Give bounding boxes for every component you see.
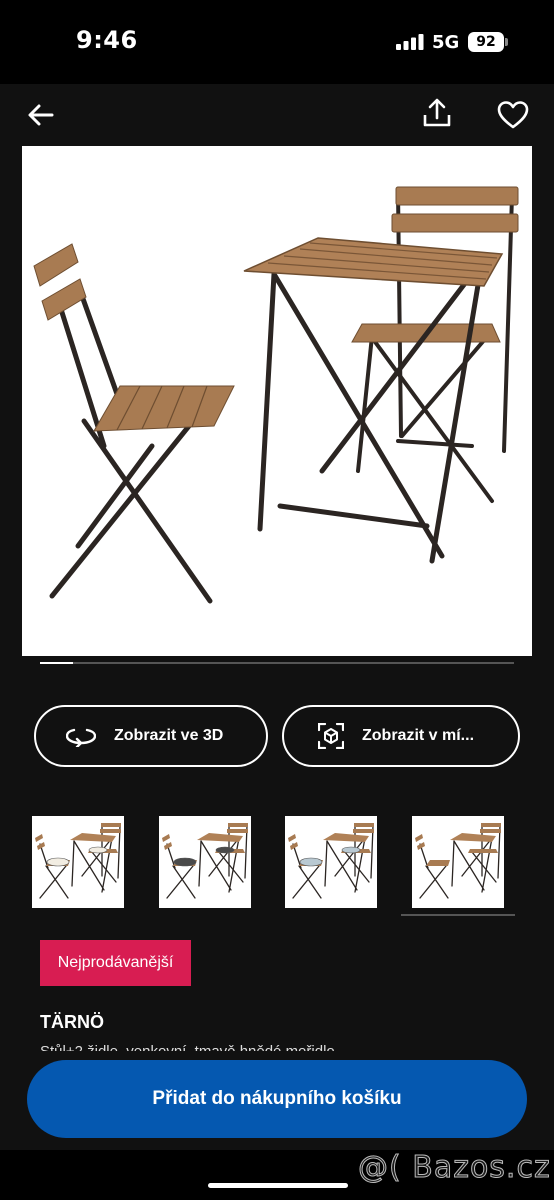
bistro-set-illustration bbox=[33, 186, 519, 604]
view-in-room-label: Zobrazit v mí... bbox=[362, 727, 475, 744]
product-name: TÄRNÖ bbox=[40, 1012, 104, 1032]
status-time: 9:46 bbox=[76, 26, 138, 54]
signal-icon bbox=[396, 34, 424, 50]
battery-indicator: 92 bbox=[468, 32, 504, 52]
variant-image bbox=[415, 823, 501, 899]
view-3d-label: Zobrazit ve 3D bbox=[114, 727, 224, 744]
heart-icon[interactable] bbox=[496, 98, 530, 132]
status-bar: 9:46 5G 92 bbox=[0, 0, 554, 84]
bestseller-badge: Nejprodávanější bbox=[40, 940, 191, 986]
view-in-room-button[interactable]: Zobrazit v mí... bbox=[282, 705, 520, 767]
variant-thumbnail[interactable] bbox=[285, 816, 377, 908]
back-arrow-icon[interactable] bbox=[24, 98, 58, 132]
variant-image bbox=[162, 823, 248, 899]
network-type: 5G bbox=[432, 32, 460, 53]
product-image[interactable] bbox=[22, 146, 532, 656]
variant-thumbnail[interactable] bbox=[412, 816, 504, 908]
add-to-cart-button[interactable]: Přidat do nákupního košíku bbox=[27, 1060, 527, 1138]
selected-variant-indicator bbox=[401, 914, 515, 916]
share-icon[interactable] bbox=[420, 96, 454, 130]
battery-tip bbox=[505, 38, 508, 46]
rotate-3d-icon bbox=[66, 728, 96, 747]
variant-image bbox=[35, 823, 121, 899]
variant-thumbnail[interactable] bbox=[159, 816, 251, 908]
gallery-progress-fill bbox=[40, 662, 74, 664]
variant-image bbox=[288, 823, 374, 899]
watermark: @( Bazos.cz bbox=[358, 1150, 551, 1186]
view-3d-button[interactable]: Zobrazit ve 3D bbox=[34, 705, 268, 767]
home-indicator[interactable] bbox=[208, 1183, 348, 1188]
ar-cube-icon bbox=[318, 723, 344, 749]
variant-thumbnail[interactable] bbox=[32, 816, 124, 908]
product-page: Zobrazit ve 3D Zobrazit v mí... Nejprodá… bbox=[0, 84, 554, 1150]
gallery-progress bbox=[40, 662, 514, 664]
product-description: Stůl+2 židle, venkovní, tmavě hnědé moři… bbox=[40, 1039, 500, 1051]
